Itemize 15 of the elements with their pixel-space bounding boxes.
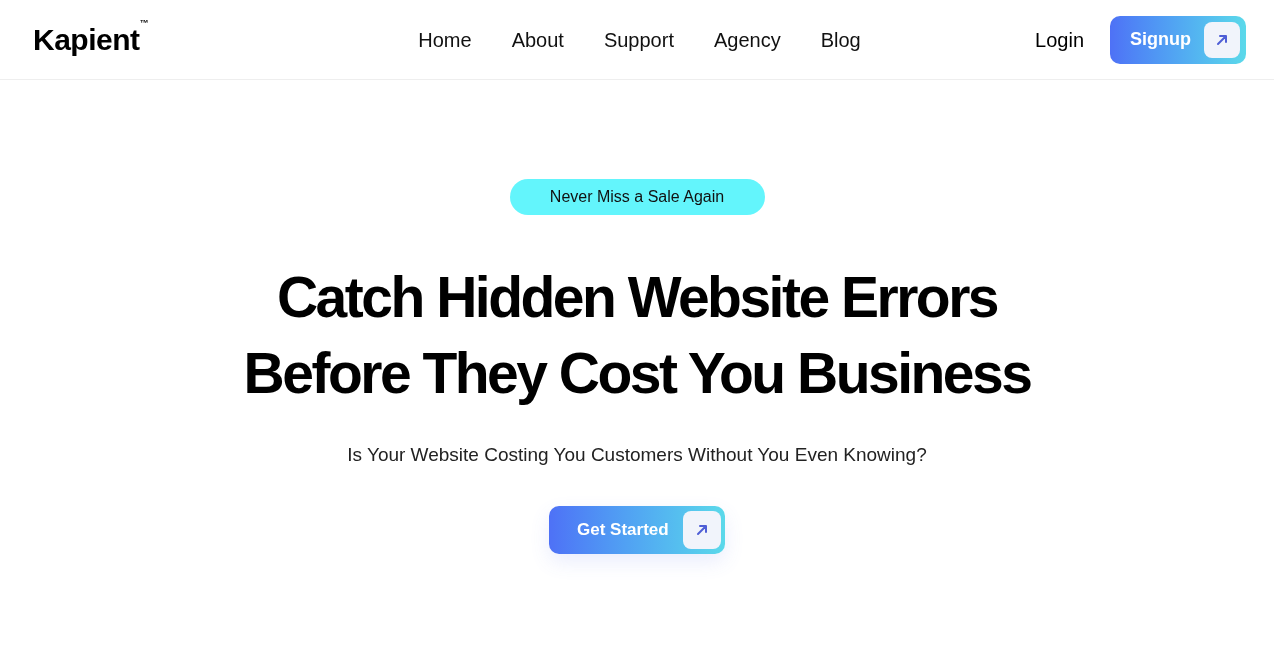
nav-link[interactable]: Blog <box>820 24 861 55</box>
logo-text[interactable]: Kapient <box>33 24 140 55</box>
nav-link[interactable]: About <box>511 24 564 55</box>
login-link[interactable]: Login <box>1035 24 1084 55</box>
hero-subtitle: Is Your Website Costing You Customers Without You Even Knowing? <box>347 443 927 467</box>
tagline-badge: Never Miss a Sale Again <box>509 179 765 215</box>
get-started-label: Get Started <box>577 518 669 541</box>
nav-link[interactable]: Support <box>603 24 674 55</box>
arrow-up-right-icon <box>1204 21 1240 58</box>
hero-heading: Catch Hidden Website Errors Before They Cost You Business <box>243 264 1031 407</box>
signup-label: Signup <box>1130 28 1191 51</box>
nav-link[interactable]: Agency <box>713 24 781 55</box>
arrow-up-right-icon <box>683 510 721 549</box>
trademark-mark: ™ <box>139 18 149 28</box>
nav-link[interactable]: Home <box>418 24 472 55</box>
